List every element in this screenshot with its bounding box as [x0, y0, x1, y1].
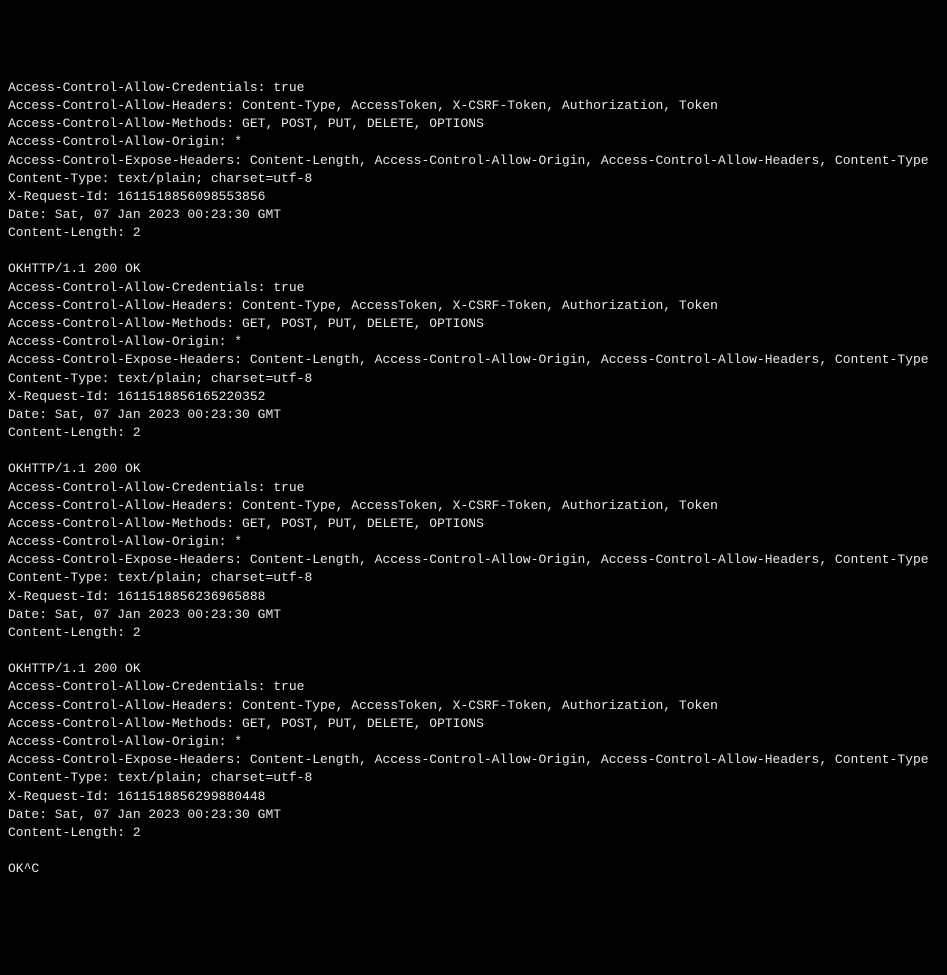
blank-line — [8, 442, 939, 460]
http-header-line: X-Request-Id: 1611518856299880448 — [8, 788, 939, 806]
http-header-line: Access-Control-Allow-Credentials: true — [8, 479, 939, 497]
http-header-line: Access-Control-Allow-Credentials: true — [8, 678, 939, 696]
http-header-line: Content-Type: text/plain; charset=utf-8 — [8, 370, 939, 388]
blank-line — [8, 642, 939, 660]
http-status-line: OKHTTP/1.1 200 OK — [8, 660, 939, 678]
http-header-line: Access-Control-Expose-Headers: Content-L… — [8, 351, 939, 369]
http-header-line: Access-Control-Allow-Origin: * — [8, 733, 939, 751]
http-header-line: Date: Sat, 07 Jan 2023 00:23:30 GMT — [8, 606, 939, 624]
http-header-line: Access-Control-Allow-Headers: Content-Ty… — [8, 697, 939, 715]
blank-line — [8, 842, 939, 860]
http-header-line: Access-Control-Allow-Credentials: true — [8, 279, 939, 297]
terminal-output[interactable]: Access-Control-Allow-Credentials: trueAc… — [8, 79, 939, 879]
http-header-line: Access-Control-Expose-Headers: Content-L… — [8, 751, 939, 769]
http-status-line: OKHTTP/1.1 200 OK — [8, 460, 939, 478]
terminal-trailing-line: OK^C — [8, 860, 939, 878]
http-header-line: Content-Length: 2 — [8, 824, 939, 842]
http-header-line: Access-Control-Allow-Methods: GET, POST,… — [8, 115, 939, 133]
http-header-line: Access-Control-Expose-Headers: Content-L… — [8, 152, 939, 170]
http-header-line: X-Request-Id: 1611518856236965888 — [8, 588, 939, 606]
http-header-line: Access-Control-Allow-Credentials: true — [8, 79, 939, 97]
http-header-line: X-Request-Id: 1611518856098553856 — [8, 188, 939, 206]
http-header-line: Content-Length: 2 — [8, 424, 939, 442]
http-header-line: Content-Type: text/plain; charset=utf-8 — [8, 569, 939, 587]
http-header-line: Content-Length: 2 — [8, 624, 939, 642]
http-header-line: Date: Sat, 07 Jan 2023 00:23:30 GMT — [8, 206, 939, 224]
http-header-line: Access-Control-Allow-Methods: GET, POST,… — [8, 715, 939, 733]
http-header-line: Access-Control-Allow-Headers: Content-Ty… — [8, 297, 939, 315]
http-header-line: Access-Control-Allow-Origin: * — [8, 333, 939, 351]
http-header-line: Access-Control-Expose-Headers: Content-L… — [8, 551, 939, 569]
http-header-line: Content-Type: text/plain; charset=utf-8 — [8, 170, 939, 188]
http-header-line: Access-Control-Allow-Origin: * — [8, 133, 939, 151]
http-header-line: Content-Type: text/plain; charset=utf-8 — [8, 769, 939, 787]
http-header-line: Access-Control-Allow-Origin: * — [8, 533, 939, 551]
http-header-line: Date: Sat, 07 Jan 2023 00:23:30 GMT — [8, 406, 939, 424]
http-header-line: Access-Control-Allow-Headers: Content-Ty… — [8, 97, 939, 115]
http-header-line: Content-Length: 2 — [8, 224, 939, 242]
http-status-line: OKHTTP/1.1 200 OK — [8, 260, 939, 278]
http-header-line: Access-Control-Allow-Methods: GET, POST,… — [8, 515, 939, 533]
blank-line — [8, 242, 939, 260]
http-header-line: X-Request-Id: 1611518856165220352 — [8, 388, 939, 406]
http-header-line: Access-Control-Allow-Headers: Content-Ty… — [8, 497, 939, 515]
http-header-line: Date: Sat, 07 Jan 2023 00:23:30 GMT — [8, 806, 939, 824]
http-header-line: Access-Control-Allow-Methods: GET, POST,… — [8, 315, 939, 333]
